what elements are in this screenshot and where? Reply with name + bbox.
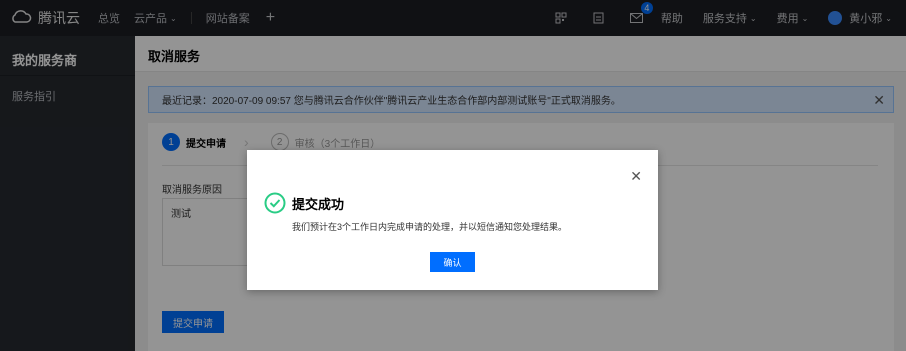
dialog-message: 我们预计在3个工作日内完成申请的处理，并以短信通知您处理结果。 [292,222,568,232]
confirm-button[interactable]: 确认 [430,252,475,272]
close-icon[interactable]: ✕ [630,168,642,185]
success-dialog: ✕ 提交成功 我们预计在3个工作日内完成申请的处理，并以短信通知您处理结果。 确… [247,150,658,290]
success-check-icon [264,192,286,217]
dialog-title: 提交成功 [292,197,345,212]
